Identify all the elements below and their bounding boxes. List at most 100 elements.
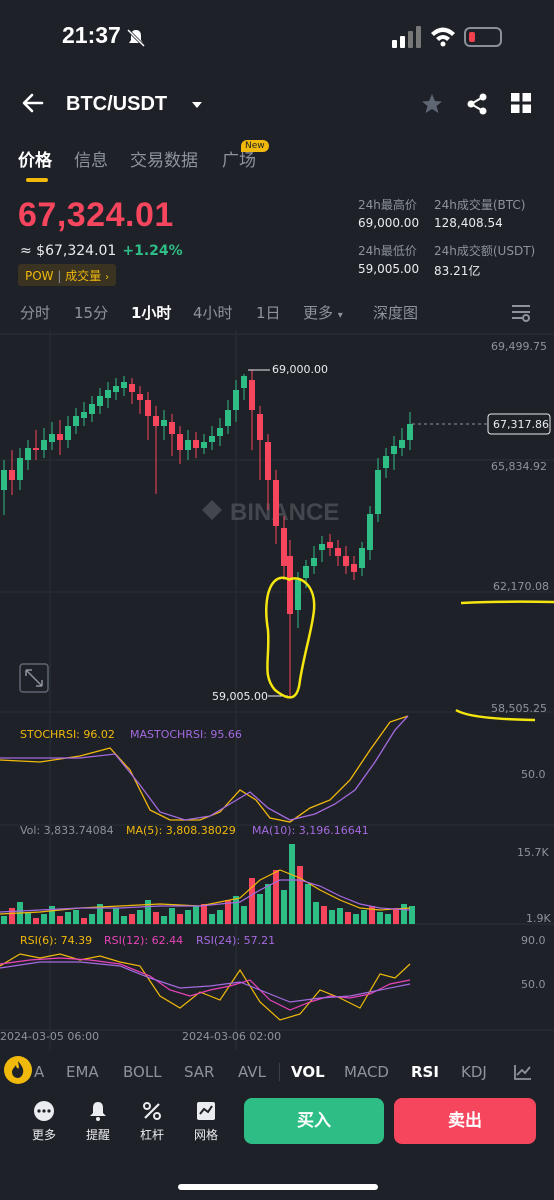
star-icon[interactable] (420, 92, 444, 116)
volume-bar (25, 912, 31, 924)
tag-chip[interactable]: POW | 成交量 › (18, 264, 117, 286)
candle-body (73, 416, 79, 426)
volume-bar (209, 914, 215, 924)
rsi24-line (0, 961, 411, 1003)
interval-depth[interactable]: 深度图 (373, 302, 418, 323)
candle-body (367, 514, 373, 550)
interval-1h[interactable]: 1小时 (131, 302, 171, 323)
tab-trading-data[interactable]: 交易数据 (130, 146, 198, 171)
high-value: 69,000.00 (358, 216, 420, 230)
tab-price[interactable]: 价格 (18, 146, 52, 171)
mastochrsi-label: MASTOCHRSI: 95.66 (130, 728, 242, 741)
candle-body (137, 394, 143, 400)
share-icon[interactable] (465, 92, 489, 116)
candle-body (233, 390, 239, 410)
date-label-1: 2024-03-05 06:00 (0, 1030, 99, 1043)
ind-tab-ma[interactable]: A (34, 1063, 44, 1081)
home-indicator (178, 1184, 378, 1190)
expand-icon[interactable] (19, 663, 49, 693)
ind-tab-avl[interactable]: AVL (238, 1063, 266, 1081)
candle-body (41, 440, 47, 450)
ind-tab-rsi[interactable]: RSI (411, 1063, 439, 1081)
volume-bar (129, 914, 135, 924)
candle-body (89, 404, 95, 414)
ind-tab-ema[interactable]: EMA (66, 1063, 99, 1081)
ind-tab-kdj[interactable]: KDJ (461, 1063, 491, 1081)
volume-bar (65, 912, 71, 924)
back-arrow-icon[interactable] (20, 90, 46, 116)
candle-body (161, 420, 167, 426)
candle-body (9, 470, 15, 480)
candle-body (225, 410, 231, 426)
grid-button[interactable]: 网格 (186, 1100, 226, 1150)
volume-bar (105, 912, 111, 924)
volume-bar (297, 866, 303, 924)
sell-button[interactable]: 卖出 (394, 1098, 536, 1144)
interval-more[interactable]: 更多 ▾ (303, 302, 343, 323)
grid-icon[interactable] (510, 92, 532, 114)
signal-icon (392, 26, 421, 48)
volume-bar (153, 912, 159, 924)
volume-bar (401, 904, 407, 924)
tab-underline (26, 178, 48, 182)
ind-tab-vol[interactable]: VOL (291, 1063, 325, 1081)
candle-body (351, 564, 357, 572)
volume-bar (57, 916, 63, 924)
interval-bar: 分时 15分 1小时 4小时 1日 更多 ▾ 深度图 (0, 300, 554, 326)
candle-body (113, 386, 119, 392)
volume-bar (121, 916, 127, 924)
buy-button[interactable]: 买入 (244, 1098, 384, 1144)
candle-body (33, 448, 39, 450)
settings-icon[interactable] (510, 302, 532, 322)
candle-body (185, 440, 191, 450)
vol-ma10-label: MA(10): 3,196.16641 (252, 824, 369, 837)
tag-pow: POW (25, 269, 54, 283)
stochrsi-label: STOCHRSI: 96.02 (20, 728, 115, 741)
caret-down-icon[interactable] (190, 98, 204, 112)
tab-info[interactable]: 信息 (74, 146, 108, 171)
new-badge: New (241, 140, 269, 152)
bell-icon (90, 1102, 106, 1121)
interval-timeline[interactable]: 分时 (20, 302, 50, 323)
low-value: 59,005.00 (358, 262, 420, 276)
ind-tab-boll[interactable]: BOLL (123, 1063, 162, 1081)
approx-price: ≈ $67,324.01 +1.24% (20, 243, 183, 259)
grid-bot-icon (197, 1102, 215, 1120)
status-bar: 21:37 (0, 0, 554, 76)
vol-label: Vol: 3,833.74084 (20, 824, 114, 837)
battery-icon (464, 27, 502, 47)
binance-watermark: BINANCE (202, 499, 339, 526)
candle-body (359, 548, 365, 568)
vol-btc-label: 24h成交量(BTC) (434, 198, 526, 212)
candle-body (257, 414, 263, 440)
ind-tab-sar[interactable]: SAR (184, 1063, 214, 1081)
chart-settings-icon[interactable] (513, 1063, 533, 1081)
candle-body (281, 528, 287, 566)
candle-body (375, 470, 381, 514)
interval-1d[interactable]: 1日 (256, 302, 281, 323)
candle-body (97, 396, 103, 406)
alert-button[interactable]: 提醒 (78, 1100, 118, 1150)
volume-bar (161, 916, 167, 924)
candle-body (129, 384, 135, 392)
candle-body (193, 440, 199, 448)
leverage-button[interactable]: 杠杆 (132, 1100, 172, 1150)
axis-label-4: 58,505.25 (491, 702, 547, 715)
candle-body (177, 434, 183, 450)
volume-bar (377, 912, 383, 924)
ind-tab-macd[interactable]: MACD (344, 1063, 389, 1081)
interval-more-label: 更多 (303, 304, 334, 322)
candle-body (65, 426, 71, 440)
trading-pair-title[interactable]: BTC/USDT (66, 93, 167, 116)
volume-bar (393, 908, 399, 924)
axis-label-1: 69,499.75 (491, 340, 547, 353)
volume-bar (9, 908, 15, 924)
chart-area[interactable]: BINANCE 69,000.00 59,005.00 67,317.86 69… (0, 330, 554, 1050)
volume-bar (353, 914, 359, 924)
volume-bar (145, 900, 151, 924)
interval-15m[interactable]: 15分 (74, 302, 108, 323)
interval-4h[interactable]: 4小时 (193, 302, 233, 323)
candle-body (287, 556, 293, 614)
more-button[interactable]: 更多 (24, 1100, 64, 1150)
date-label-2: 2024-03-06 02:00 (182, 1030, 281, 1043)
